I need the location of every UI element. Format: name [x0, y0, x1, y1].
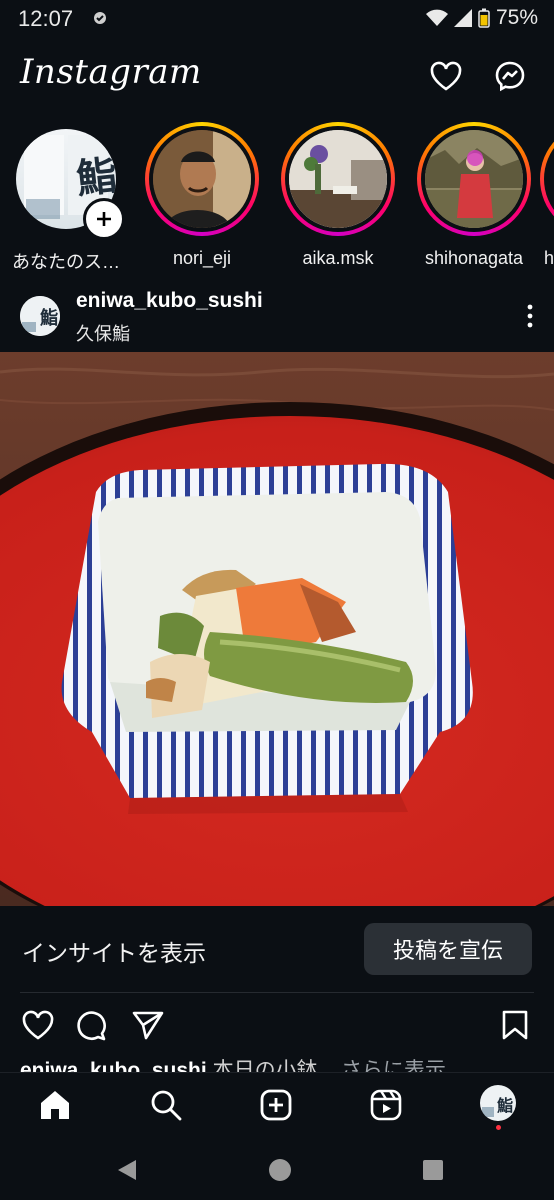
post-username[interactable]: eniwa_kubo_sushi [76, 289, 263, 313]
back-icon[interactable] [116, 1158, 138, 1187]
story-partial[interactable]: h [540, 122, 554, 269]
comment-icon[interactable] [76, 1010, 108, 1047]
like-icon[interactable] [22, 1010, 54, 1045]
svg-text:鮨: 鮨 [74, 152, 116, 203]
story-aika-msk[interactable]: aika.msk [276, 122, 400, 269]
avatar-image [153, 130, 251, 228]
recents-icon[interactable] [422, 1159, 444, 1186]
story-label: shihonagata [424, 248, 524, 268]
add-story-icon[interactable] [83, 198, 125, 240]
system-nav-bar [0, 1140, 554, 1200]
notification-dot [496, 1125, 501, 1130]
create-icon[interactable] [260, 1089, 292, 1126]
notification-status-icon [92, 10, 108, 26]
home-circle-icon[interactable] [268, 1158, 292, 1187]
post-location[interactable]: 久保鮨 [76, 320, 130, 346]
messenger-icon[interactable] [492, 58, 528, 94]
status-time: 12:07 [18, 6, 74, 31]
share-icon[interactable] [132, 1010, 164, 1045]
home-icon[interactable] [38, 1089, 72, 1126]
avatar-image [289, 130, 387, 228]
promote-button[interactable]: 投稿を宣伝 [364, 923, 532, 975]
instagram-logo[interactable]: Instagram [20, 52, 202, 92]
story-label: aika.msk [302, 248, 374, 268]
svg-text:鮨: 鮨 [497, 1096, 513, 1115]
story-nori-eji[interactable]: nori_eji [140, 122, 264, 269]
save-icon[interactable] [502, 1010, 528, 1045]
story-shihonagata[interactable]: shihonagata [412, 122, 536, 269]
view-insights-link[interactable]: インサイトを表示 [22, 934, 206, 968]
story-label: あなたのス… [12, 252, 120, 272]
battery-level: 75% [495, 6, 538, 29]
search-icon[interactable] [150, 1089, 182, 1126]
story-label: h [544, 248, 554, 268]
avatar-image [425, 130, 523, 228]
reels-icon[interactable] [370, 1089, 402, 1126]
bottom-nav: 鮨 [0, 1072, 554, 1141]
battery-icon [478, 8, 490, 28]
svg-text:鮨: 鮨 [40, 307, 58, 329]
post-image[interactable] [0, 352, 554, 906]
divider [20, 992, 534, 993]
status-right: 75% [425, 6, 538, 30]
wifi-icon [425, 9, 448, 26]
post-avatar[interactable]: 鮨 [20, 296, 60, 336]
profile-icon[interactable]: 鮨 [480, 1085, 516, 1121]
story-label: nori_eji [172, 248, 232, 268]
heart-icon[interactable] [428, 58, 464, 94]
story-your-story[interactable]: 鮨 あなたのス… [4, 122, 128, 274]
more-options-icon[interactable] [526, 304, 534, 328]
signal-icon [453, 9, 472, 27]
